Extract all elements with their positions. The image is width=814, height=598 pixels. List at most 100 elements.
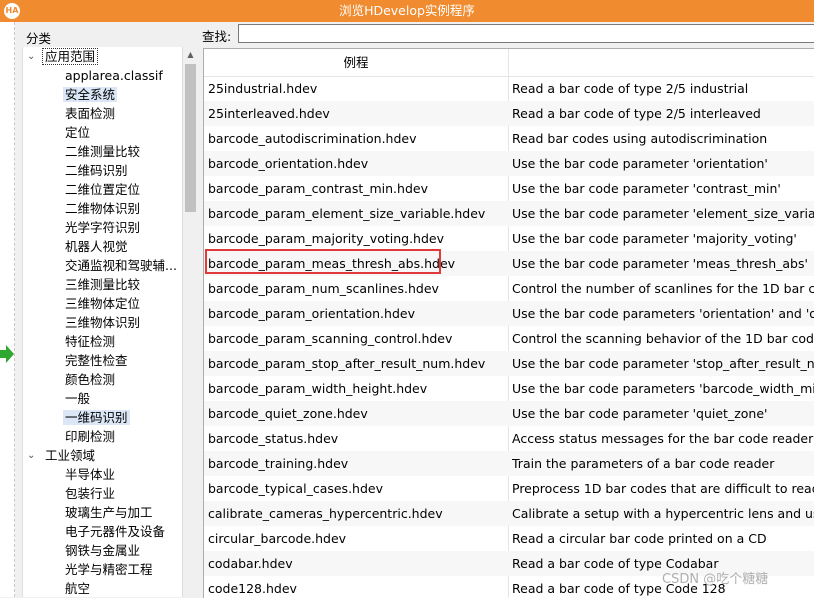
tree-item[interactable]: 二维位置定位 (63, 180, 142, 199)
tree-item[interactable]: 二维码识别 (63, 161, 130, 180)
table-row[interactable]: barcode_status.hdev Access status message… (204, 426, 814, 451)
example-description-cell: Read a bar code of type 2/5 industrial (512, 81, 749, 96)
table-row[interactable]: barcode_param_scanning_control.hdev Contr… (204, 326, 814, 351)
tree-item-label: 完整性检查 (65, 353, 128, 368)
example-file-cell: barcode_training.hdev (208, 456, 349, 471)
example-description-cell: Access status messages for the bar code … (512, 431, 814, 446)
example-file-cell: barcode_status.hdev (208, 431, 339, 446)
tree-item[interactable]: 包装行业 (63, 484, 117, 503)
tree-item[interactable]: 钢铁与金属业 (63, 541, 142, 560)
example-description-cell: Read a bar code of type 2/5 interleaved (512, 106, 761, 121)
example-description-cell: Use the bar code parameter 'element_size… (512, 206, 814, 221)
example-file-cell: circular_barcode.hdev (208, 531, 347, 546)
tree-item-label: 三维物体识别 (65, 315, 141, 330)
tree-item[interactable]: 二维测量比较 (63, 142, 142, 161)
tree-item[interactable]: 航空 (63, 579, 92, 597)
tree-item-label: 工业领域 (45, 448, 96, 463)
tree-item[interactable]: 安全系统 (63, 85, 118, 104)
tree-item-label: 一般 (65, 391, 91, 406)
example-file-cell: barcode_orientation.hdev (208, 156, 369, 171)
tree-item-label: 安全系统 (63, 87, 118, 102)
tree-item[interactable]: 半导体业 (63, 465, 117, 484)
tree-item[interactable]: 颜色检测 (63, 370, 117, 389)
search-input[interactable] (238, 24, 814, 43)
title-bar: HA 浏览HDevelop实例程序 (0, 0, 814, 22)
table-row[interactable]: barcode_orientation.hdev Use the bar code… (204, 151, 814, 176)
example-description-cell: Use the bar code parameter 'meas_thresh_… (512, 256, 808, 271)
table-row[interactable]: barcode_param_orientation.hdev Use the ba… (204, 301, 814, 326)
example-description-cell: Use the bar code parameter 'orientation' (512, 156, 768, 171)
tree-item[interactable]: 三维测量比较 (63, 275, 142, 294)
tree-item-label: 航空 (65, 581, 91, 596)
scroll-thumb[interactable] (185, 64, 196, 212)
chevron-down-icon[interactable]: ⌄ (27, 446, 39, 465)
tree-item[interactable]: 一维码识别 (63, 408, 130, 427)
example-file-cell: barcode_param_element_size_variable.hdev (208, 206, 486, 221)
example-description-cell: Control the number of scanlines for the … (512, 281, 814, 296)
scroll-up-icon[interactable]: ▲ (183, 47, 198, 62)
tree-item[interactable]: 印刷检测 (63, 427, 117, 446)
tree-item[interactable]: applarea.classif (63, 66, 165, 85)
tree-item[interactable]: 特征检测 (63, 332, 117, 351)
tree-item[interactable]: ⌄ 应用范围 (23, 47, 99, 66)
tree-item-label: 机器人视觉 (65, 239, 128, 254)
column-header-description[interactable] (509, 49, 814, 76)
tree-item-label: 二维码识别 (65, 163, 128, 178)
example-description-cell: Read bar codes using autodiscrimination (512, 131, 768, 146)
tree-item[interactable]: 定位 (63, 123, 92, 142)
table-row[interactable]: barcode_quiet_zone.hdev Use the bar code … (204, 401, 814, 426)
tree-item[interactable]: 完整性检查 (63, 351, 130, 370)
table-row[interactable]: barcode_param_contrast_min.hdev Use the b… (204, 176, 814, 201)
table-row[interactable]: 25interleaved.hdev Read a bar code of typ… (204, 101, 814, 126)
tree-item[interactable]: 交通监视和驾驶辅... (63, 256, 179, 275)
tree-item[interactable]: 三维物体识别 (63, 313, 142, 332)
tree-item[interactable]: 光学字符识别 (63, 218, 142, 237)
table-row[interactable]: barcode_param_width_height.hdev Use the b… (204, 376, 814, 401)
example-description-cell: Use the bar code parameter 'contrast_min… (512, 181, 781, 196)
tree-item[interactable]: 电子元器件及设备 (63, 522, 167, 541)
example-description-cell: Use the bar code parameter 'quiet_zone' (512, 406, 768, 421)
example-file-cell: barcode_param_num_scanlines.hdev (208, 281, 439, 296)
table-row[interactable]: circular_barcode.hdev Read a circular bar… (204, 526, 814, 551)
tree-item-label: 定位 (65, 125, 91, 140)
chevron-down-icon[interactable]: ⌄ (27, 47, 39, 66)
tree-item[interactable]: 三维物体定位 (63, 294, 142, 313)
example-description-cell: Preprocess 1D bar codes that are difficu… (512, 481, 814, 496)
table-row[interactable]: barcode_typical_cases.hdev Preprocess 1D … (204, 476, 814, 501)
category-header: 分类 (26, 31, 52, 46)
table-row[interactable]: calibrate_cameras_hypercentric.hdev Calib… (204, 501, 814, 526)
table-row[interactable]: 25industrial.hdev Read a bar code of type… (204, 76, 814, 101)
example-file-cell: barcode_param_majority_voting.hdev (208, 231, 444, 246)
column-header-example[interactable]: 例程 (204, 49, 509, 76)
table-row[interactable]: barcode_param_num_scanlines.hdev Control … (204, 276, 814, 301)
tree-item-label: 特征检测 (65, 334, 116, 349)
tree-item[interactable]: 光学与精密工程 (63, 560, 155, 579)
example-file-cell: barcode_param_meas_thresh_abs.hdev (208, 256, 456, 271)
tree-item[interactable]: ⌄ 工业领域 (23, 446, 97, 465)
example-description-cell: Use the bar code parameters 'orientation… (512, 306, 814, 321)
table-row[interactable]: barcode_param_stop_after_result_num.hdev… (204, 351, 814, 376)
examples-table: 例程 25industrial.hdev Read a bar code of t… (203, 48, 814, 598)
table-row[interactable]: barcode_training.hdev Train the parameter… (204, 451, 814, 476)
tree-item-label: 交通监视和驾驶辅... (65, 258, 177, 273)
table-row[interactable]: barcode_autodiscrimination.hdev Read bar … (204, 126, 814, 151)
watermark: CSDN @吃个糖糖 (662, 572, 769, 587)
example-file-cell: codabar.hdev (208, 556, 293, 571)
tree-item[interactable]: 一般 (63, 389, 92, 408)
example-file-cell: barcode_param_orientation.hdev (208, 306, 415, 321)
table-row[interactable]: barcode_param_meas_thresh_abs.hdev Use th… (204, 251, 814, 276)
arrow-right-icon (0, 345, 14, 363)
category-tree[interactable]: ⌄ 应用范围 applarea.classif 安全系统表面检测定位二维测量比较二维码… (22, 47, 183, 597)
tree-item[interactable]: 表面检测 (63, 104, 117, 123)
tree-item[interactable]: 玻璃生产与加工 (63, 503, 155, 522)
example-description-cell: Train the parameters of a bar code reade… (512, 456, 775, 471)
tree-item[interactable]: 二维物体识别 (63, 199, 142, 218)
table-row[interactable]: barcode_param_element_size_variable.hdev… (204, 201, 814, 226)
tree-item[interactable]: 机器人视觉 (63, 237, 130, 256)
tree-item-label: 二维物体识别 (65, 201, 141, 216)
example-file-cell: 25interleaved.hdev (208, 106, 330, 121)
tree-scrollbar[interactable]: ▲ (182, 47, 198, 597)
example-description-cell: Control the scanning behavior of the 1D … (512, 331, 814, 346)
example-file-cell: barcode_autodiscrimination.hdev (208, 131, 417, 146)
table-row[interactable]: barcode_param_majority_voting.hdev Use th… (204, 226, 814, 251)
